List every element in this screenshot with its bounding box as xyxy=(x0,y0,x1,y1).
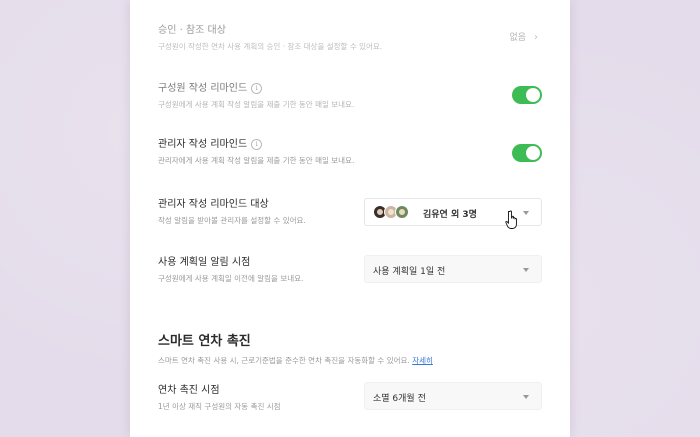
info-icon[interactable]: i xyxy=(251,82,263,94)
plan-alert-value: 사용 계획일 1일 전 xyxy=(373,267,446,277)
chevron-right-icon: › xyxy=(534,32,538,43)
approval-desc: 구성원이 작성한 연차 사용 계획의 승인 · 참조 대상을 설정할 수 있어요… xyxy=(158,42,383,51)
member-reminder-row: 구성원 작성 리마인드 i 구성원에게 사용 계획 작성 알림을 제출 기한 동안… xyxy=(158,82,542,111)
approval-value: 없음 xyxy=(509,33,526,43)
caret-down-icon xyxy=(523,268,529,272)
section-title: 스마트 연차 촉진 xyxy=(158,334,251,349)
info-icon[interactable]: i xyxy=(251,138,263,150)
approval-value-link[interactable]: 없음 › xyxy=(509,30,538,43)
approval-setting-row[interactable]: 승인 · 참조 대상 구성원이 작성한 연차 사용 계획의 승인 · 참조 대상… xyxy=(158,24,542,53)
admin-reminder-title: 관리자 작성 리마인드 i xyxy=(158,138,542,152)
caret-down-icon xyxy=(523,211,529,215)
member-reminder-label: 구성원 작성 리마인드 xyxy=(158,83,248,94)
admin-target-value: 김유연 외 3명 xyxy=(423,210,477,220)
section-desc-text: 스마트 연차 촉진 사용 시, 근로기준법을 준수한 연차 촉진을 자동화할 수… xyxy=(158,356,410,365)
promotion-select[interactable]: 소멸 6개월 전 xyxy=(364,382,542,410)
member-reminder-desc: 구성원에게 사용 계획 작성 알림을 제출 기한 동안 매일 보내요. xyxy=(158,100,355,109)
member-reminder-toggle[interactable] xyxy=(512,86,542,104)
hand-cursor-icon xyxy=(505,210,517,229)
admin-reminder-label: 관리자 작성 리마인드 xyxy=(158,139,248,150)
admin-reminder-row: 관리자 작성 리마인드 i 관리자에게 사용 계획 작성 알림을 제출 기한 동안… xyxy=(158,138,542,167)
toggle-knob xyxy=(526,88,540,102)
section-desc: 스마트 연차 촉진 사용 시, 근로기준법을 준수한 연차 촉진을 자동화할 수… xyxy=(158,355,542,366)
member-reminder-title: 구성원 작성 리마인드 i xyxy=(158,82,542,96)
toggle-knob xyxy=(526,146,540,160)
admin-reminder-desc: 관리자에게 사용 계획 작성 알림을 제출 기한 동안 매일 보내요. xyxy=(158,156,355,165)
approval-title: 승인 · 참조 대상 xyxy=(158,25,226,36)
caret-down-icon xyxy=(523,395,529,399)
smart-section-header: 스마트 연차 촉진 스마트 연차 촉진 사용 시, 근로기준법을 준수한 연차 … xyxy=(158,330,542,366)
avatar xyxy=(395,205,409,219)
plan-alert-select[interactable]: 사용 계획일 1일 전 xyxy=(364,255,542,283)
learn-more-link[interactable]: 자세히 xyxy=(412,356,433,365)
promotion-value: 소멸 6개월 전 xyxy=(373,394,426,404)
admin-reminder-toggle[interactable] xyxy=(512,144,542,162)
